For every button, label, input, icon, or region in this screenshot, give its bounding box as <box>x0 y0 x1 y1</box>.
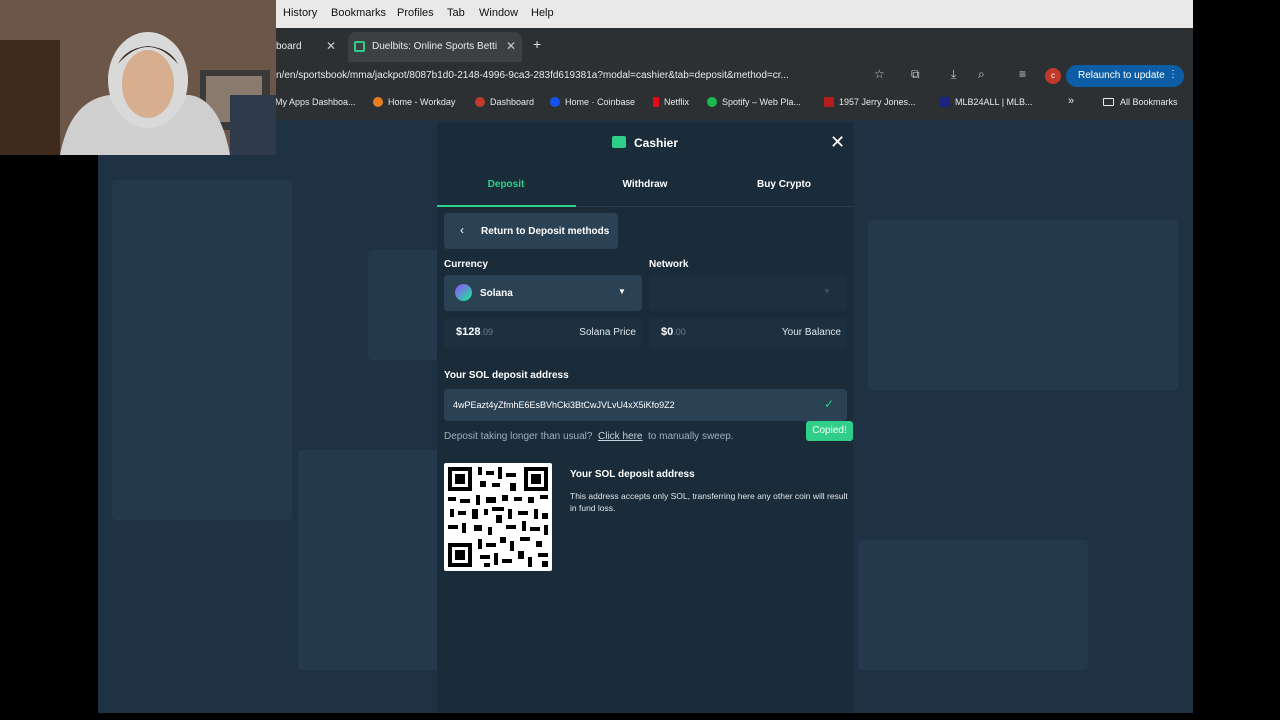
tab-buy-crypto[interactable]: Buy Crypto <box>715 179 853 190</box>
bookmarks-overflow-button[interactable]: » <box>1068 95 1074 107</box>
qr-description: This address accepts only SOL, transferr… <box>570 491 848 513</box>
menu-window[interactable]: Window <box>479 7 518 19</box>
cashier-modal: Cashier ✕ Deposit Withdraw Buy Crypto ‹ … <box>437 122 853 713</box>
return-to-deposit-methods-button[interactable]: ‹ Return to Deposit methods <box>444 213 618 249</box>
profile-avatar[interactable]: c <box>1045 68 1061 84</box>
tab-title: Duelbits: Online Sports Betti <box>372 41 498 52</box>
search-tabs-icon[interactable]: ⌕ <box>978 67 985 82</box>
all-bookmarks[interactable]: All Bookmarks <box>1103 97 1178 107</box>
extensions-icon[interactable]: ⧉ <box>911 67 920 82</box>
bookmark-item[interactable]: 1957 Jerry Jones... <box>824 97 916 107</box>
solana-icon <box>455 284 472 301</box>
coinbase-icon <box>550 97 560 107</box>
blurred-content <box>298 450 438 670</box>
tab-close-icon[interactable]: ✕ <box>326 39 336 53</box>
bookmark-item[interactable]: Netflix <box>653 97 689 107</box>
bookmark-item[interactable]: Dashboard <box>475 97 534 107</box>
network-select[interactable]: ▼ <box>649 275 847 311</box>
duelbits-favicon-icon <box>354 41 365 52</box>
bookmark-item[interactable]: Spotify – Web Pla... <box>707 97 801 107</box>
modal-header: Cashier <box>437 136 853 150</box>
qr-title: Your SOL deposit address <box>570 469 695 480</box>
workday-icon <box>373 97 383 107</box>
tab-title: board <box>276 41 302 52</box>
click-here-link[interactable]: Click here <box>598 431 642 442</box>
price-label: Solana Price <box>579 327 636 338</box>
relaunch-button[interactable]: Relaunch to update ⋮ <box>1066 65 1184 87</box>
tab-active[interactable]: Duelbits: Online Sports Betti ✕ <box>348 32 522 62</box>
deposit-address-label: Your SOL deposit address <box>444 370 569 381</box>
blurred-banner <box>868 220 1178 390</box>
caret-down-icon: ▼ <box>823 287 831 296</box>
relaunch-label: Relaunch to update <box>1078 70 1165 81</box>
chevron-left-icon: ‹ <box>460 223 464 237</box>
balance-box: $0.00 Your Balance <box>649 318 847 348</box>
blurred-banner <box>368 250 438 360</box>
network-label: Network <box>649 259 689 270</box>
balance-value: $0.00 <box>661 326 686 338</box>
new-tab-button[interactable]: + <box>533 36 541 52</box>
active-tab-indicator <box>437 205 576 207</box>
close-icon[interactable]: ✕ <box>830 132 845 153</box>
tab-close-icon[interactable]: ✕ <box>506 39 516 53</box>
help-text: Deposit taking longer than usual? Click … <box>444 431 734 442</box>
solana-price-box: $128.09 Solana Price <box>444 318 642 348</box>
bookmark-item[interactable]: Home · Coinbase <box>550 97 635 107</box>
qr-code <box>444 463 552 571</box>
blurred-content <box>858 540 1088 670</box>
bookmark-favicon-icon <box>824 97 834 107</box>
back-label: Return to Deposit methods <box>481 226 610 237</box>
netflix-icon <box>653 97 659 107</box>
menu-tab[interactable]: Tab <box>447 7 465 19</box>
folder-icon <box>1103 98 1114 106</box>
blurred-sidebar <box>112 180 292 520</box>
bookmark-item[interactable]: Home - Workday <box>373 97 455 107</box>
menu-bookmarks[interactable]: Bookmarks <box>331 7 386 19</box>
deposit-address-field[interactable]: 4wPEazt4yZfmhE6EsBVhCki3BtCwJVLvU4xX5iKf… <box>444 389 847 421</box>
spotify-icon <box>707 97 717 107</box>
balance-label: Your Balance <box>781 327 841 338</box>
tab-deposit[interactable]: Deposit <box>437 179 575 190</box>
star-icon[interactable]: ☆ <box>874 67 885 81</box>
menu-help[interactable]: Help <box>531 7 554 19</box>
more-icon: ⋮ <box>1168 69 1178 80</box>
deposit-address-value: 4wPEazt4yZfmhE6EsBVhCki3BtCwJVLvU4xX5iKf… <box>453 400 675 410</box>
currency-value: Solana <box>480 288 513 299</box>
copied-toast: Copied! <box>806 421 853 441</box>
currency-label: Currency <box>444 259 488 270</box>
mlb-icon <box>940 97 950 107</box>
menu-profiles[interactable]: Profiles <box>397 7 434 19</box>
tab-withdraw[interactable]: Withdraw <box>576 179 714 190</box>
menu-history[interactable]: History <box>283 7 317 19</box>
download-icon[interactable]: ⤓ <box>951 67 956 82</box>
modal-title: Cashier <box>633 136 679 150</box>
reading-list-icon[interactable]: ≡ <box>1019 67 1026 81</box>
caret-down-icon: ▼ <box>618 287 626 296</box>
webcam-overlay <box>0 0 276 155</box>
dashboard-icon <box>475 97 485 107</box>
bookmark-item[interactable]: My Apps Dashboa... <box>275 97 356 107</box>
tab-inactive[interactable]: board ✕ <box>276 32 348 62</box>
bookmark-item[interactable]: MLB24ALL | MLB... <box>940 97 1033 107</box>
currency-select[interactable]: Solana ▼ <box>444 275 642 311</box>
address-bar[interactable]: n/en/sportsbook/mma/jackpot/8087b1d0-214… <box>272 64 892 88</box>
price-value: $128.09 <box>456 326 493 338</box>
check-icon: ✓ <box>824 397 835 411</box>
wallet-icon <box>611 136 626 148</box>
url-text: n/en/sportsbook/mma/jackpot/8087b1d0-214… <box>276 70 789 81</box>
